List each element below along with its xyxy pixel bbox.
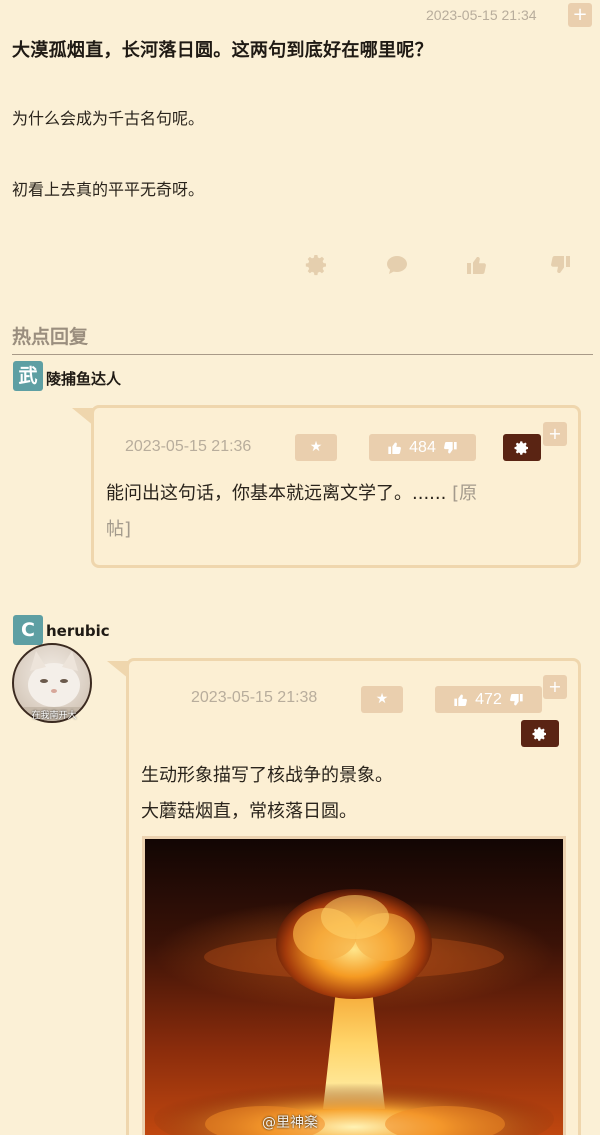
post-plus-button[interactable]: + [568, 3, 592, 27]
reply-timestamp: 2023-05-15 21:38 [191, 689, 318, 706]
post-title: 大漠孤烟直，长河落日圆。这两句到底好在哪里呢？ [12, 40, 433, 61]
reply-plus-button[interactable]: + [543, 422, 567, 446]
mushroom-cloud-image[interactable] [142, 836, 566, 1135]
settings-button[interactable] [521, 720, 559, 747]
thumbs-down-icon [442, 440, 458, 456]
star-button[interactable]: ★ [295, 434, 337, 461]
username[interactable]: herubic [46, 622, 110, 640]
vote-button[interactable]: 472 [435, 686, 542, 713]
source-link-cont[interactable]: 帖] [106, 519, 131, 540]
thumbs-up-icon [453, 692, 469, 708]
source-link[interactable]: [原 [452, 483, 477, 504]
reply-text: 能问出这句话，你基本就远离文学了。...... [原 帖] [106, 476, 566, 548]
user-badge[interactable]: 武 [13, 361, 43, 391]
gear-icon[interactable] [305, 253, 329, 277]
reply-plus-button[interactable]: + [543, 675, 567, 699]
thumbs-up-icon[interactable] [465, 253, 489, 277]
explosion-illustration [145, 839, 563, 1135]
post-line-2: 初看上去真的平平无奇呀。 [12, 180, 205, 199]
gear-icon [532, 726, 548, 742]
hot-replies-heading: 热点回复 [12, 326, 89, 348]
thumbs-down-icon [508, 692, 524, 708]
post-timestamp: 2023-05-15 21:34 [426, 7, 537, 23]
watermark: @里神楽 [262, 1115, 318, 1131]
vote-count: 472 [475, 691, 502, 708]
reply-text-line-1: 生动形象描写了核战争的景象。 [141, 765, 393, 786]
user-badge[interactable]: C [13, 615, 43, 645]
username[interactable]: 陵捕鱼达人 [46, 368, 121, 389]
gear-icon [514, 440, 530, 456]
vote-button[interactable]: 484 [369, 434, 476, 461]
reply-timestamp: 2023-05-15 21:36 [125, 438, 252, 455]
reply-text: 生动形象描写了核战争的景象。 大蘑菇烟直，常核落日圆。 [141, 758, 561, 830]
reply-text-line-2: 大蘑菇烟直，常核落日圆。 [141, 801, 357, 822]
vote-count: 484 [409, 439, 436, 456]
reply-text-line: 能问出这句话，你基本就远离文学了。...... [106, 483, 447, 504]
avatar-caption: 在我南开大 [31, 711, 77, 721]
thumbs-up-icon [387, 440, 403, 456]
settings-button[interactable] [503, 434, 541, 461]
star-button[interactable]: ★ [361, 686, 403, 713]
thumbs-down-icon[interactable] [548, 253, 572, 277]
comment-icon[interactable] [385, 253, 409, 277]
divider [12, 354, 593, 355]
post-line-1: 为什么会成为千古名句呢。 [12, 109, 205, 128]
